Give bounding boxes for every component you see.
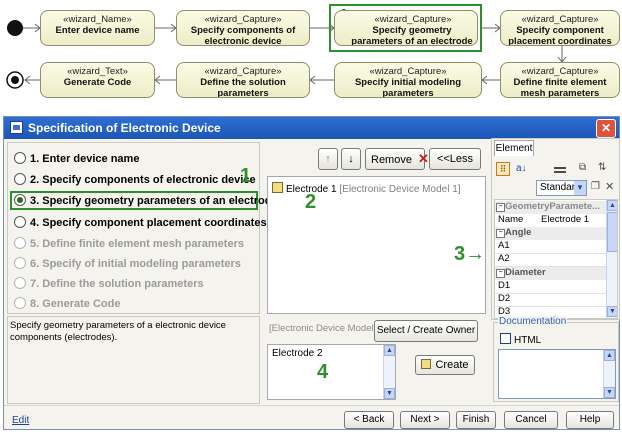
- property-row-d1[interactable]: D1: [495, 280, 613, 294]
- documentation-scrollbar[interactable]: ▲ ▼: [603, 350, 615, 398]
- cancel-button[interactable]: Cancel: [504, 411, 558, 429]
- scroll-down-icon[interactable]: ▼: [384, 388, 395, 399]
- dialog-app-icon: [10, 121, 23, 134]
- property-group-angle[interactable]: − Angle: [495, 227, 613, 240]
- dialog-title: Specification of Electronic Device: [28, 121, 221, 135]
- move-up-button[interactable]: ↑: [318, 148, 338, 170]
- property-grid: − GeometryParamete... Name Electrode 1 −…: [494, 199, 618, 319]
- documentation-label: Documentation: [498, 316, 568, 327]
- property-grid-scrollbar[interactable]: ▲ ▼: [606, 200, 617, 318]
- documentation-field[interactable]: ▲ ▼: [498, 349, 616, 399]
- workflow-node-finite-element-mesh[interactable]: «wizard_Capture» Define finite element m…: [500, 62, 620, 98]
- html-checkbox-row[interactable]: HTML: [500, 333, 541, 346]
- view-mode-select[interactable]: Standard ▼: [536, 180, 587, 196]
- radio-icon: [14, 152, 26, 164]
- property-group-geometry[interactable]: − GeometryParamete...: [495, 201, 613, 214]
- less-button[interactable]: <<Less: [429, 148, 481, 170]
- sort-az-icon[interactable]: a↓: [516, 163, 527, 174]
- step-description: Specify geometry parameters of a electro…: [10, 320, 226, 343]
- callout-3: 3→: [454, 243, 486, 265]
- property-row-a1[interactable]: A1: [495, 240, 613, 254]
- property-row-d2[interactable]: D2: [495, 293, 613, 307]
- description-panel: Specify geometry parameters of a electro…: [7, 316, 260, 404]
- category-view-icon[interactable]: ⠿: [496, 162, 510, 176]
- workflow-node-specify-components[interactable]: «wizard_Capture» Specify components of e…: [176, 10, 310, 46]
- finish-button[interactable]: Finish: [456, 411, 496, 429]
- next-button[interactable]: Next >: [400, 411, 450, 429]
- new-element-value: Electrode 2: [272, 348, 323, 359]
- chevron-down-icon: ▼: [574, 181, 586, 195]
- new-element-field[interactable]: Electrode 2 4 ▲ ▼: [267, 344, 396, 400]
- expand-all-icon[interactable]: ⧉: [579, 162, 586, 173]
- step-3[interactable]: 3. Specify geometry parameters of an ele…: [14, 194, 278, 210]
- step-1[interactable]: 1. Enter device name: [14, 152, 139, 168]
- callout-4: 4: [317, 361, 329, 383]
- step-8: 8. Generate Code: [14, 297, 120, 313]
- tools-icon[interactable]: ✕: [605, 180, 614, 193]
- radio-icon: [14, 173, 26, 185]
- workflow-node-enter-device-name[interactable]: «wizard_Name» Enter device name: [40, 10, 155, 46]
- elements-tree-panel: Electrode 1 [Electronic Device Model 1] …: [267, 176, 486, 314]
- owner-label: [Electronic Device Model 1]: [269, 323, 385, 334]
- workflow-node-placement-coordinates[interactable]: «wizard_Capture» Specify component place…: [500, 10, 620, 46]
- initial-node: [7, 20, 23, 36]
- workflow-node-generate-code[interactable]: «wizard_Text» Generate Code: [40, 62, 155, 98]
- scroll-thumb[interactable]: [607, 212, 617, 252]
- collapse-icon[interactable]: [554, 167, 566, 173]
- workflow-node-solution-parameters[interactable]: «wizard_Capture» Define the solution par…: [176, 62, 310, 98]
- property-row-a2[interactable]: A2: [495, 253, 613, 267]
- scroll-down-icon[interactable]: ▼: [604, 387, 615, 398]
- copy-icon[interactable]: ❐: [591, 181, 600, 192]
- checkbox-icon: [500, 333, 511, 344]
- specification-dialog: Specification of Electronic Device ✕ 1. …: [3, 116, 620, 430]
- collapse-box-icon: −: [496, 229, 505, 238]
- element-properties-panel: Element ⠿ a↓ ⧉ ⇅ Standard ▼ ❐ ✕ − Geomet…: [491, 138, 620, 320]
- scroll-down-icon[interactable]: ▼: [607, 306, 617, 317]
- callout-2: 2: [305, 191, 317, 213]
- step-2[interactable]: 2. Specify components of electronic devi…: [14, 173, 256, 189]
- scroll-up-icon[interactable]: ▲: [607, 200, 617, 211]
- element-tab[interactable]: Element: [494, 140, 534, 156]
- element-icon: [421, 359, 432, 369]
- workflow-diagram: «wizard_Name» Enter device name «wizard_…: [0, 0, 622, 112]
- callout-1: 1: [240, 165, 252, 187]
- property-group-diameter[interactable]: − Diameter: [495, 267, 613, 280]
- new-element-scrollbar[interactable]: ▲ ▼: [383, 345, 395, 399]
- scroll-up-icon[interactable]: ▲: [384, 345, 395, 356]
- remove-x-icon: ✕: [418, 151, 429, 166]
- scroll-up-icon[interactable]: ▲: [604, 350, 615, 361]
- dialog-titlebar[interactable]: Specification of Electronic Device ✕: [4, 117, 619, 139]
- step-4[interactable]: 4. Specify component placement coordinat…: [14, 216, 267, 232]
- documentation-group: Documentation HTML ▲ ▼: [493, 316, 619, 402]
- step-5: 5. Define finite element mesh parameters: [14, 237, 244, 253]
- radio-icon: [14, 257, 26, 269]
- footer-divider: [4, 405, 619, 406]
- collapse-box-icon: −: [496, 203, 505, 212]
- radio-icon: [14, 237, 26, 249]
- radio-icon: [14, 297, 26, 309]
- workflow-node-specify-geometry[interactable]: «wizard_Capture» Specify geometry parame…: [334, 10, 478, 46]
- expand-icon[interactable]: ⇅: [598, 162, 606, 173]
- help-button[interactable]: Help: [566, 411, 614, 429]
- collapse-box-icon: −: [496, 269, 505, 278]
- remove-button[interactable]: Remove ✕: [365, 148, 429, 170]
- step-6: 6. Specify of initial modeling parameter…: [14, 257, 241, 273]
- element-icon: [272, 182, 283, 193]
- step-7: 7. Define the solution parameters: [14, 277, 204, 293]
- back-button[interactable]: < Back: [344, 411, 394, 429]
- radio-icon: [14, 216, 26, 228]
- move-down-button[interactable]: ↓: [341, 148, 361, 170]
- steps-panel: 1. Enter device name 2. Specify componen…: [7, 142, 278, 314]
- select-create-owner-button[interactable]: Select / Create Owner: [374, 320, 478, 342]
- workflow-node-initial-modeling[interactable]: «wizard_Capture» Specify initial modelin…: [334, 62, 482, 98]
- create-button[interactable]: Create: [415, 355, 475, 375]
- tree-item-electrode-1[interactable]: Electrode 1 [Electronic Device Model 1]: [272, 182, 461, 195]
- close-icon[interactable]: ✕: [596, 119, 616, 138]
- radio-icon: [14, 277, 26, 289]
- radio-selected-icon: [14, 194, 26, 206]
- property-row-name[interactable]: Name Electrode 1: [495, 214, 613, 228]
- edit-link[interactable]: Edit: [12, 415, 29, 426]
